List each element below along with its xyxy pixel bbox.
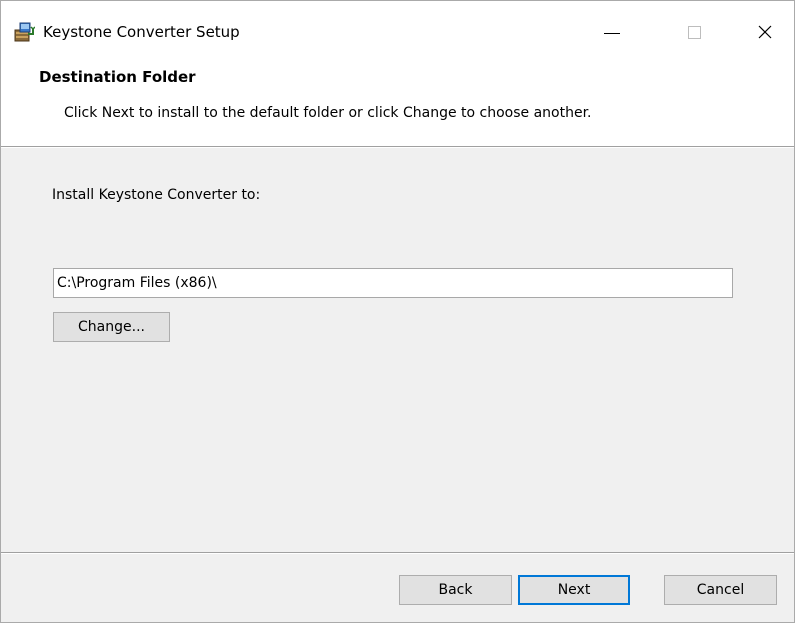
title-bar[interactable]: Keystone Converter Setup: [1, 1, 794, 53]
install-location-label: Install Keystone Converter to:: [52, 187, 261, 203]
installer-package-icon: [13, 21, 36, 43]
window-title: Keystone Converter Setup: [43, 23, 240, 41]
close-icon: [758, 25, 772, 39]
minimize-button[interactable]: [589, 15, 635, 49]
next-button[interactable]: Next: [518, 575, 630, 605]
footer-divider-highlight: [1, 553, 794, 554]
header-description: Click Next to install to the default fol…: [64, 105, 592, 121]
maximize-icon: [687, 25, 701, 39]
cancel-button[interactable]: Cancel: [664, 575, 777, 605]
minimize-icon: [604, 32, 620, 34]
install-path-input[interactable]: [53, 268, 733, 298]
setup-window: Keystone Converter Setup Destination Fol…: [0, 0, 795, 623]
header-title: Destination Folder: [39, 68, 196, 86]
body-panel: Install Keystone Converter to: Change...…: [1, 148, 794, 622]
change-button[interactable]: Change...: [53, 312, 170, 342]
close-button[interactable]: [742, 15, 788, 49]
back-button[interactable]: Back: [399, 575, 512, 605]
maximize-button[interactable]: [671, 15, 717, 49]
